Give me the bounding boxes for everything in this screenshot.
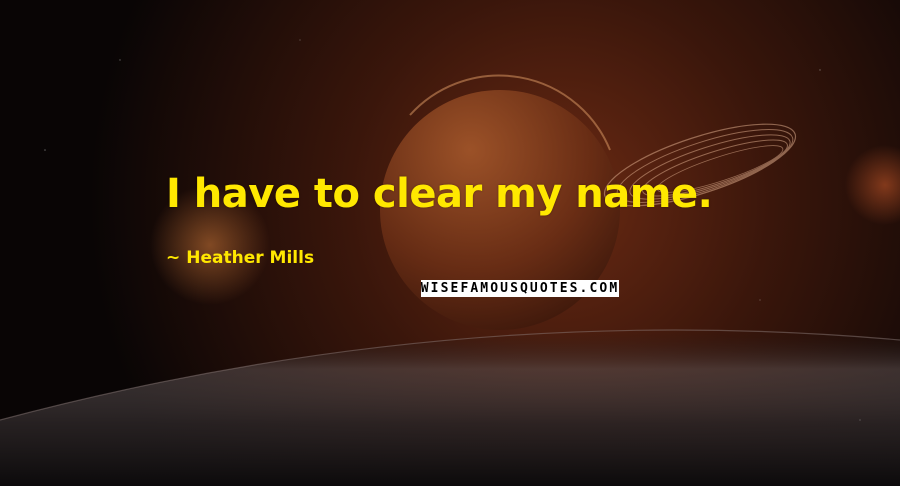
quote-text: I have to clear my name. xyxy=(166,171,713,217)
author-dash: ~ xyxy=(166,248,181,268)
space-backdrop-image xyxy=(0,0,900,486)
site-watermark-badge: WISEFAMOUSQUOTES.COM xyxy=(421,280,619,297)
quote-author: ~ Heather Mills xyxy=(166,250,314,267)
site-watermark-text: WISEFAMOUSQUOTES.COM xyxy=(421,281,619,296)
author-name: Heather Mills xyxy=(186,248,315,268)
quote-card: I have to clear my name. ~ Heather Mills … xyxy=(0,0,900,486)
